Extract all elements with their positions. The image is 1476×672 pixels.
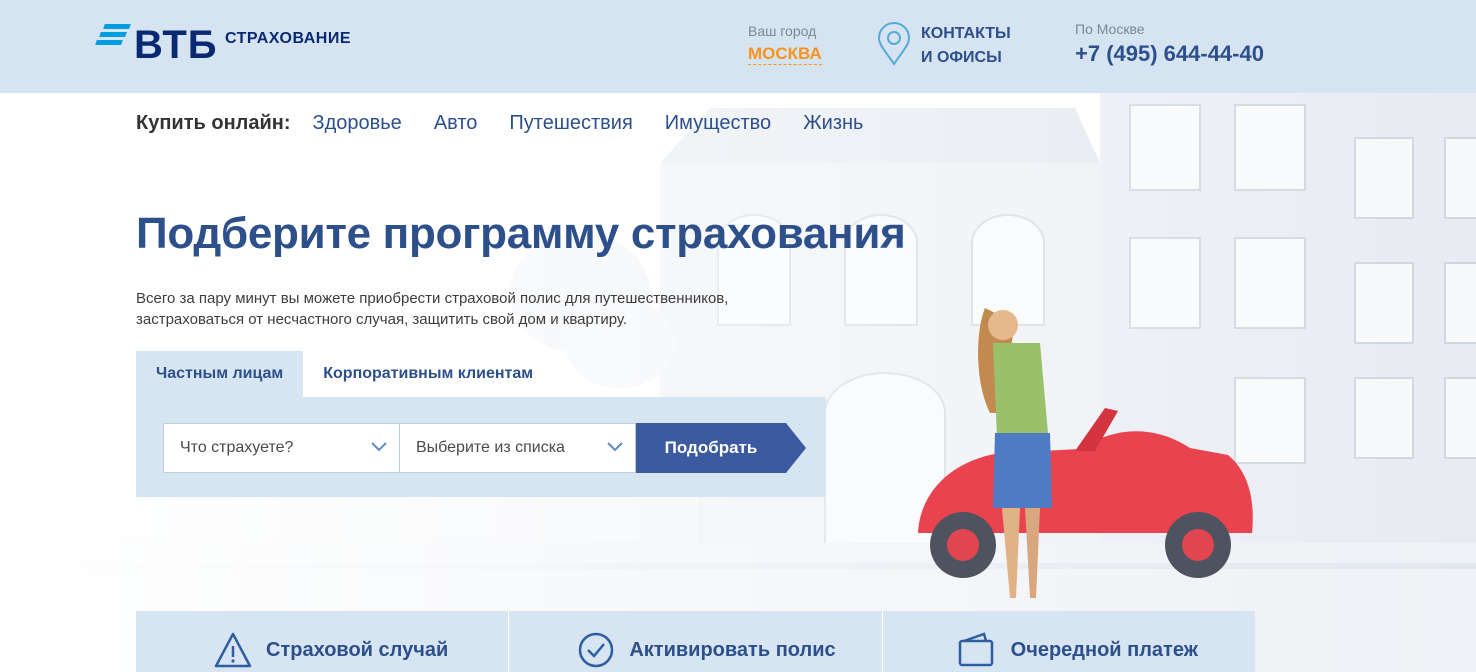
phone-label: По Москве [1075,21,1145,37]
contacts-link[interactable]: КОНТАКТЫ И ОФИСЫ [876,22,1026,68]
city-selector: Ваш город МОСКВА [748,22,822,65]
program-select[interactable]: Выберите из списка [399,423,636,473]
nav-link-life[interactable]: Жизнь [803,112,863,135]
next-payment-label: Очередной платеж [1010,639,1198,661]
phone-block: По Москве +7 (495) 644-44-40 [1075,20,1264,67]
insurance-case-action[interactable]: Страховой случай [136,611,510,672]
contacts-line-1: КОНТАКТЫ [921,25,1011,42]
buy-online-nav: Купить онлайн: Здоровье Авто Путешествия… [136,112,895,135]
wallet-icon [958,632,993,667]
insurance-picker-form: Что страхуете? Выберите из списка Подобр… [136,397,826,497]
nav-link-property[interactable]: Имущество [665,112,771,135]
insurance-object-select-value: Что страхуете? [180,439,294,456]
activate-policy-action[interactable]: Активировать полис [509,611,883,672]
nav-link-travel[interactable]: Путешествия [509,112,632,135]
hero-description-line-1: Всего за пару минут вы можете приобрести… [136,290,729,307]
quick-actions-bar: Страховой случай Активировать полис Очер… [136,611,1255,672]
nav-label: Купить онлайн: [136,112,291,134]
insurance-case-label: Страховой случай [266,639,449,661]
logo-subtitle: СТРАХОВАНИЕ [225,30,351,47]
site-header: ВТБ СТРАХОВАНИЕ Ваш город МОСКВА КОНТАКТ… [0,0,1476,93]
chevron-down-icon [371,442,387,452]
contacts-line-2: И ОФИСЫ [921,49,1002,66]
vtb-logo[interactable]: ВТБ СТРАХОВАНИЕ [94,22,354,70]
program-select-value: Выберите из списка [416,439,565,456]
check-circle-icon [579,632,614,668]
nav-link-health[interactable]: Здоровье [313,112,402,135]
tab-individuals[interactable]: Частным лицам [136,351,304,397]
phone-number[interactable]: +7 (495) 644-44-40 [1075,41,1264,67]
contacts-label: КОНТАКТЫ И ОФИСЫ [921,22,1031,70]
map-pin-icon [877,22,911,66]
city-link[interactable]: МОСКВА [748,44,822,65]
logo-stripes-icon [94,24,132,48]
pick-button[interactable]: Подобрать [636,423,806,473]
activate-policy-label: Активировать полис [629,639,836,661]
hero-description-line-2: застраховаться от несчастного случая, за… [136,311,628,328]
chevron-down-icon [607,442,623,452]
logo-wordmark: ВТБ [134,23,218,67]
city-label: Ваш город [748,23,817,39]
next-payment-action[interactable]: Очередной платеж [882,611,1255,672]
client-type-tabs: Частным лицам Корпоративным клиентам [136,351,554,397]
insurance-object-select[interactable]: Что страхуете? [163,423,400,473]
warning-icon [214,632,252,668]
hero-description: Всего за пару минут вы можете приобрести… [136,288,796,330]
page-title: Подберите программу страхования [136,209,906,258]
tab-corporate[interactable]: Корпоративным клиентам [303,351,554,397]
nav-link-auto[interactable]: Авто [434,112,478,135]
pick-button-label: Подобрать [664,438,758,457]
